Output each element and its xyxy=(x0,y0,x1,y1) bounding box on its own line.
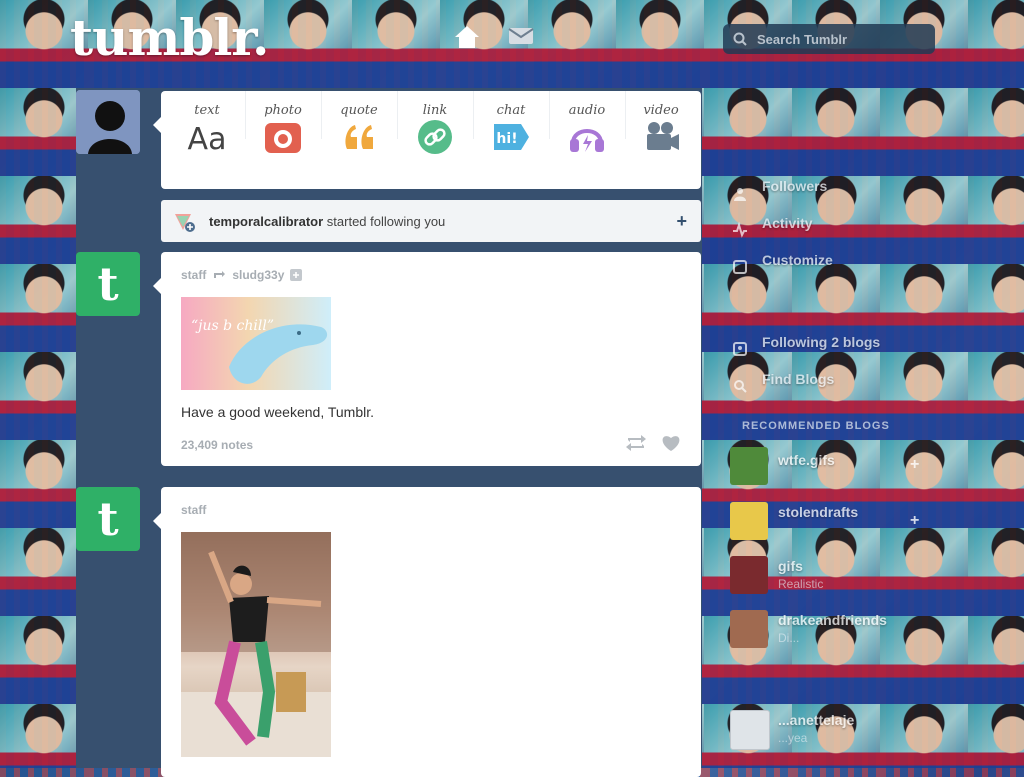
video-camera-icon xyxy=(647,122,679,150)
post-type-selector: text Aa photo quote link chat hi! audio … xyxy=(153,91,701,189)
post-caption: Have a good weekend, Tumblr. xyxy=(181,404,375,420)
follow-notification: temporalcalibrator started following you… xyxy=(161,200,701,242)
post-author[interactable]: staff xyxy=(181,503,206,517)
header-bar: tumblr. xyxy=(0,0,1024,88)
customize-icon xyxy=(733,260,747,274)
recommended-blog-subtitle: Di... xyxy=(778,631,800,645)
post-actions xyxy=(625,434,681,452)
search-icon xyxy=(733,32,747,46)
recommended-blog-subtitle: Realistic xyxy=(778,577,824,591)
post-type-label: audio xyxy=(568,103,606,118)
post-notes[interactable]: 23,409 notes xyxy=(181,438,253,452)
post-type-label: photo xyxy=(264,103,302,118)
user-avatar[interactable] xyxy=(76,90,140,154)
post-card: staff sludg33y “jus b chill” Have a good… xyxy=(153,252,701,466)
post-type-label: text xyxy=(194,103,220,118)
recommended-blog-name[interactable]: wtfe.gifs xyxy=(778,452,835,468)
follower-avatar[interactable] xyxy=(173,210,195,232)
notification-action: started following you xyxy=(326,213,446,229)
post-meta: staff xyxy=(181,503,206,517)
post-image[interactable] xyxy=(181,532,331,757)
recommended-blogs-heading: RECOMMENDED BLOGS xyxy=(742,420,890,432)
camera-icon xyxy=(265,123,301,153)
post-type-label: chat xyxy=(496,103,526,118)
image-overlay-text: “jus b chill” xyxy=(191,318,275,334)
follow-recommended-button[interactable]: + xyxy=(910,456,919,474)
post-type-link[interactable]: link xyxy=(397,103,473,155)
sidebar-item-find-blogs[interactable]: Find Blogs xyxy=(762,371,834,387)
sidebar-item-following[interactable]: Following 2 blogs xyxy=(762,334,880,350)
sidebar-item-followers[interactable]: Followers xyxy=(762,178,827,194)
search-box[interactable] xyxy=(723,24,935,54)
post-type-label: quote xyxy=(340,103,378,118)
follow-recommended-button[interactable]: + xyxy=(910,512,919,530)
silhouette-icon xyxy=(76,90,140,154)
post-type-label: link xyxy=(422,103,448,118)
post-meta: staff sludg33y xyxy=(181,268,303,282)
post-type-label: video xyxy=(643,103,679,118)
activity-icon xyxy=(733,222,747,238)
recommended-blog-name[interactable]: gifs xyxy=(778,558,803,574)
sidebar-item-activity[interactable]: Activity xyxy=(762,215,813,231)
post-type-video[interactable]: video xyxy=(623,103,699,155)
svg-text:Aa: Aa xyxy=(188,122,227,155)
follow-back-button[interactable]: + xyxy=(676,211,687,232)
like-heart-button[interactable] xyxy=(661,434,681,452)
post-image[interactable]: “jus b chill” xyxy=(181,297,331,390)
svg-text:hi!: hi! xyxy=(496,131,517,147)
followers-icon xyxy=(734,188,746,201)
reblog-button[interactable] xyxy=(625,434,647,452)
text-aa-icon: Aa xyxy=(188,122,227,155)
recommended-blog-avatar[interactable] xyxy=(730,447,768,485)
dancer-image xyxy=(181,532,331,757)
recommended-blog-avatar[interactable] xyxy=(730,710,770,750)
recommended-blog-avatar[interactable] xyxy=(730,610,768,648)
tumblr-logo[interactable]: tumblr. xyxy=(70,8,269,67)
post-type-chat[interactable]: chat hi! xyxy=(473,103,549,155)
staff-avatar[interactable]: t xyxy=(76,252,140,316)
recommended-blog-name[interactable]: stolendrafts xyxy=(778,504,858,520)
home-icon[interactable] xyxy=(454,24,480,50)
mail-icon[interactable] xyxy=(508,26,534,46)
chain-link-icon xyxy=(418,120,452,154)
post-type-audio[interactable]: audio xyxy=(549,103,625,155)
recommended-blog-name[interactable]: drakeandfriends xyxy=(778,612,887,628)
reblog-source[interactable]: sludg33y xyxy=(232,268,284,282)
follow-plus-icon[interactable] xyxy=(290,269,303,281)
search-input[interactable] xyxy=(755,30,929,48)
find-blogs-icon xyxy=(734,380,747,393)
recommended-blog-name[interactable]: ...anettelaje xyxy=(778,712,854,728)
post-author[interactable]: staff xyxy=(181,268,206,282)
post-type-text[interactable]: text Aa xyxy=(169,103,245,155)
post-card: staff xyxy=(153,487,701,777)
headphones-icon xyxy=(570,129,604,152)
post-type-quote[interactable]: quote xyxy=(321,103,397,155)
following-icon xyxy=(733,342,747,356)
notification-user[interactable]: temporalcalibrator xyxy=(209,214,323,229)
sidebar-item-customize[interactable]: Customize xyxy=(762,252,833,268)
quote-marks-icon xyxy=(345,125,373,149)
chat-bubble-icon: hi! xyxy=(494,124,529,150)
recommended-blog-avatar[interactable] xyxy=(730,556,768,594)
dolphin-image xyxy=(229,324,328,384)
reblog-icon xyxy=(214,271,226,278)
post-type-photo[interactable]: photo xyxy=(245,103,321,155)
staff-avatar[interactable]: t xyxy=(76,487,140,551)
recommended-blog-subtitle: ...yea xyxy=(778,731,808,745)
notification-text: temporalcalibrator started following you xyxy=(209,214,445,229)
recommended-blog-avatar[interactable] xyxy=(730,502,768,540)
